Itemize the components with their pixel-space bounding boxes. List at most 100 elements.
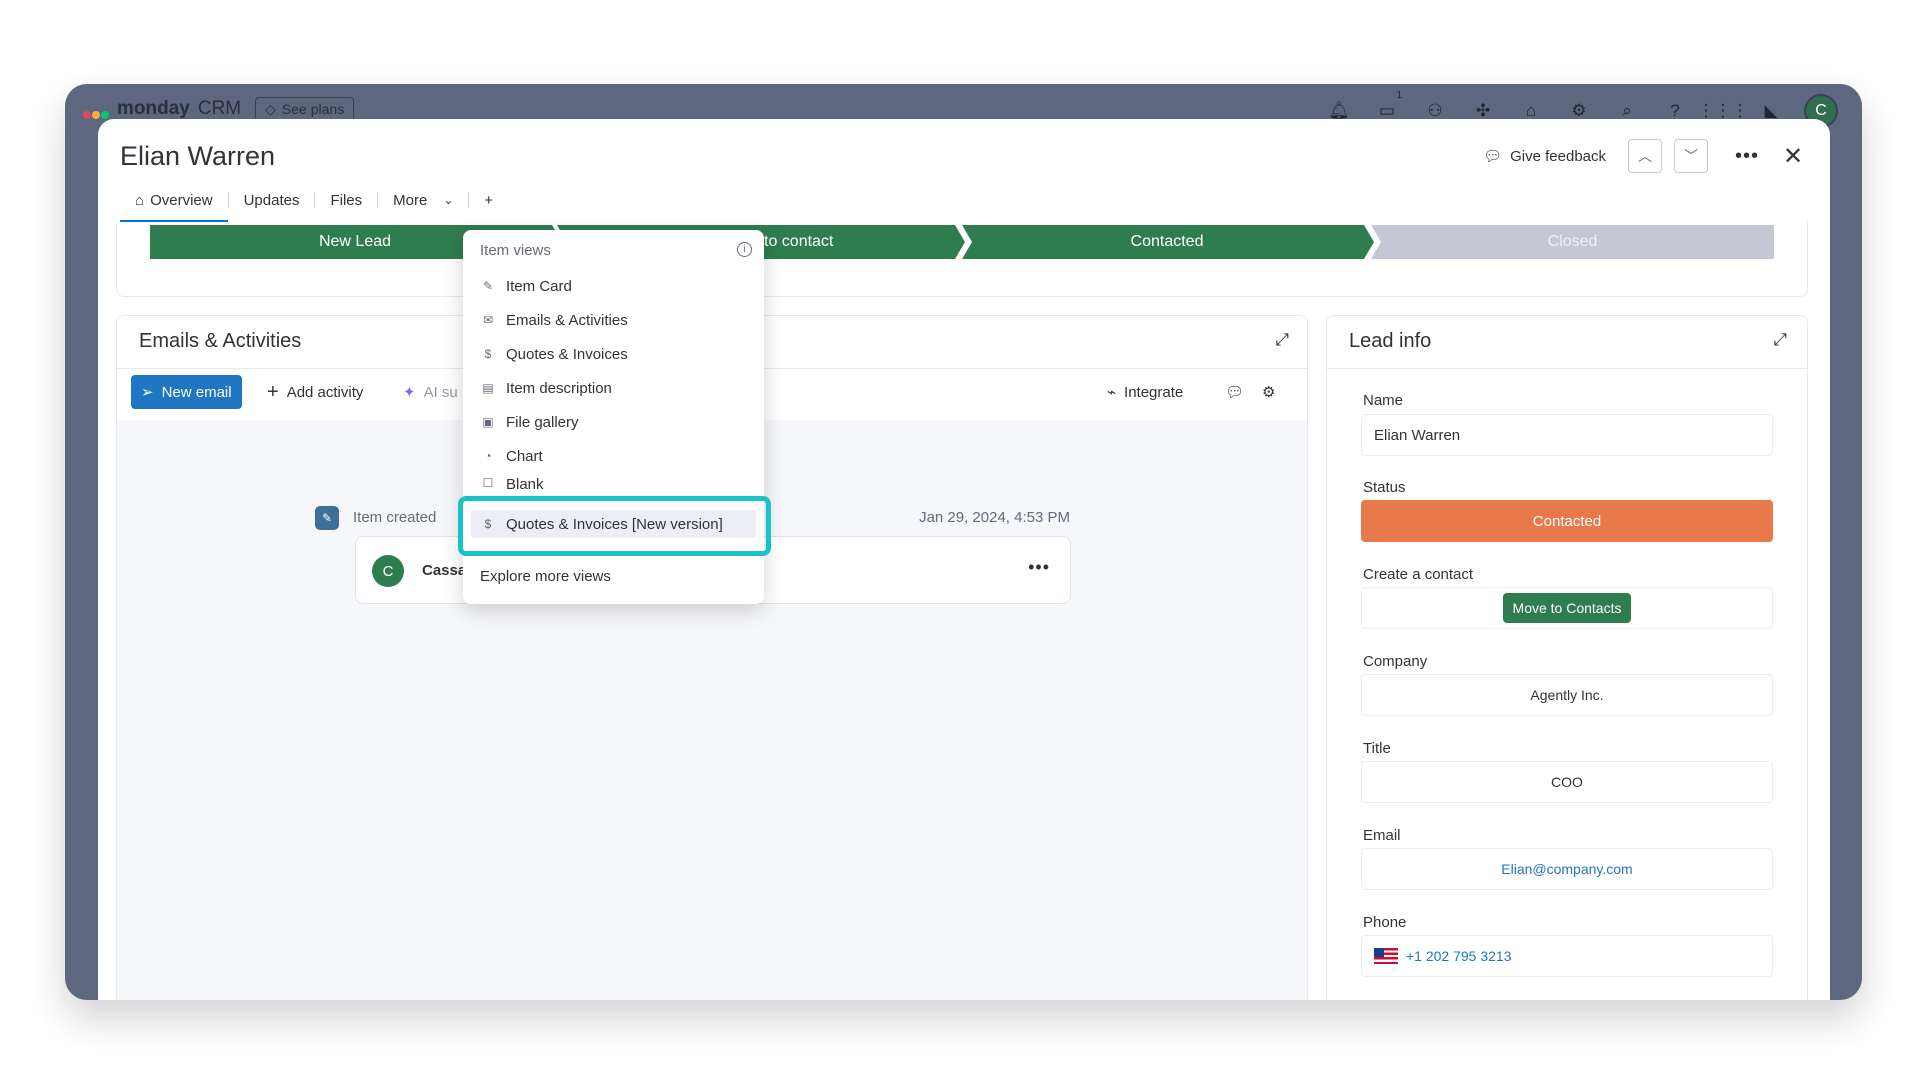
inbox-badge: 1 [1396, 90, 1402, 101]
expand-icon[interactable]: ⤢ [1773, 330, 1787, 350]
phone-field[interactable]: +1 202 795 3213 [1361, 935, 1773, 977]
company-label: Company [1363, 653, 1428, 670]
menu-item-label: Quotes & Invoices [506, 345, 628, 363]
gear-icon[interactable]: ⚙ [1262, 375, 1275, 409]
feed-date: Jan 29, 2024, 4:53 PM [919, 509, 1070, 526]
emails-activities-title: Emails & Activities [139, 330, 302, 352]
menu-item-blank[interactable]: ☐ Blank [480, 476, 544, 492]
document-icon: ▤ [482, 381, 494, 395]
lead-info-card: Lead info ⤢ Name Elian Warren Status Con… [1326, 315, 1808, 1000]
home-icon: ⌂ [135, 191, 145, 209]
chevron-down-icon: ﹀ [1684, 148, 1698, 164]
item-created-icon: ✎ [315, 506, 339, 530]
menu-item-emails-activities[interactable]: ✉ Emails & Activities [480, 306, 628, 334]
tab-overview-label: Overview [150, 191, 213, 209]
dropdown-header: Item views [480, 242, 551, 259]
info-icon[interactable]: i [737, 242, 752, 257]
create-contact-label: Create a contact [1363, 566, 1474, 583]
see-plans-button[interactable]: ◇ See plans [255, 96, 355, 122]
title-field[interactable]: COO [1361, 761, 1773, 803]
more-options-icon[interactable]: ••• [1730, 145, 1764, 168]
lead-info-title: Lead info [1349, 330, 1432, 352]
tab-more[interactable]: More ⌄ [378, 185, 468, 215]
monday-logo-icon [83, 99, 109, 119]
item-card-icon: ✎ [482, 279, 494, 293]
send-icon: ➢ [141, 384, 154, 401]
plus-icon: + [267, 380, 279, 403]
move-to-contacts-button[interactable]: Move to Contacts [1502, 593, 1632, 623]
chevron-up-icon: ︿ [1638, 148, 1652, 164]
tab-updates[interactable]: Updates [229, 185, 315, 215]
ai-button[interactable]: ✦ AI su [403, 375, 458, 409]
chat-icon: 💬︎ [1483, 148, 1503, 165]
add-activity-button[interactable]: + Add activity [267, 375, 363, 409]
chevron-down-icon: ⌄ [443, 193, 454, 207]
add-view-button[interactable]: + [469, 185, 508, 215]
add-activity-label: Add activity [286, 383, 364, 401]
brand-name: monday [117, 98, 190, 119]
give-feedback-button[interactable]: 💬︎ Give feedback [1483, 147, 1606, 166]
explore-more-views-link[interactable]: Explore more views [480, 568, 611, 585]
divider [1327, 368, 1807, 369]
plug-icon: ⌁ [1107, 384, 1117, 401]
previous-item-button[interactable]: ︿ [1628, 139, 1662, 173]
tab-more-label: More [393, 191, 428, 209]
chat-icon[interactable]: 💬︎ [1225, 375, 1244, 409]
ai-label: AI su [423, 383, 458, 401]
envelope-icon: ✉ [482, 313, 494, 327]
create-contact-field: Move to Contacts [1361, 587, 1773, 629]
stage-to-contact-label: to contact [764, 233, 834, 250]
phone-label: Phone [1363, 914, 1407, 931]
diamond-icon: ◇ [265, 100, 276, 117]
phone-link[interactable]: +1 202 795 3213 [1406, 948, 1512, 964]
see-plans-label: See plans [281, 101, 345, 117]
us-flag-icon [1374, 948, 1398, 964]
menu-item-item-card[interactable]: ✎ Item Card [480, 272, 572, 300]
avatar: C [372, 555, 404, 587]
email-field[interactable]: Elian@company.com [1361, 848, 1773, 890]
brand-product: CRM [197, 98, 242, 119]
status-field[interactable]: Contacted [1361, 500, 1773, 542]
email-link[interactable]: Elian@company.com [1501, 861, 1632, 877]
stage-contacted-label: Contacted [1130, 233, 1204, 250]
chart-icon: ◔ [484, 449, 492, 463]
menu-item-quotes-invoices[interactable]: $ Quotes & Invoices [480, 340, 628, 368]
sparkle-icon: ✦ [403, 384, 416, 401]
tab-files[interactable]: Files [315, 185, 377, 215]
stage-closed-label: Closed [1547, 233, 1598, 250]
menu-item-file-gallery[interactable]: ▣ File gallery [480, 408, 579, 436]
square-icon: ☐ [482, 476, 494, 490]
app-window: monday CRM ◇ See plans 🔔︎ ▭ 1 ⚇ ✣ ⌂ ⚙ ⌕ ?… [65, 84, 1862, 1000]
name-field[interactable]: Elian Warren [1361, 414, 1773, 456]
email-label: Email [1363, 827, 1401, 844]
header-actions: 💬︎ Give feedback ︿ ﹀ ••• ✕ [1483, 139, 1810, 173]
menu-item-label: Chart [506, 447, 543, 465]
integrate-button[interactable]: ⌁ Integrate [1107, 375, 1183, 409]
item-tabs: ⌂ Overview Updates Files More ⌄ + [120, 185, 508, 222]
menu-item-label: Emails & Activities [506, 311, 628, 329]
status-label: Status [1363, 479, 1406, 496]
new-email-button[interactable]: ➢ New email [131, 375, 242, 409]
name-label: Name [1363, 392, 1404, 409]
menu-item-chart[interactable]: ◔ Chart [480, 442, 543, 470]
company-field[interactable]: Agently Inc. [1361, 674, 1773, 716]
brand[interactable]: monday CRM [83, 98, 241, 120]
menu-item-label: File gallery [506, 413, 579, 431]
dollar-icon: $ [484, 347, 492, 361]
feed-label: Item created [353, 509, 437, 526]
page-title: Elian Warren [120, 141, 276, 171]
new-email-label: New email [161, 383, 232, 401]
menu-item-item-description[interactable]: ▤ Item description [480, 374, 612, 402]
menu-item-label: Blank [506, 476, 544, 492]
image-icon: ▣ [482, 415, 494, 429]
highlight-ring [458, 496, 771, 556]
title-label: Title [1363, 740, 1391, 757]
menu-item-label: Item description [506, 379, 612, 397]
tab-overview[interactable]: ⌂ Overview [120, 185, 228, 222]
expand-icon[interactable]: ⤢ [1275, 330, 1289, 350]
next-item-button[interactable]: ﹀ [1674, 139, 1708, 173]
close-icon[interactable]: ✕ [1776, 142, 1810, 171]
integrate-label: Integrate [1124, 383, 1184, 401]
menu-item-label: Item Card [506, 277, 572, 295]
more-options-icon[interactable]: ••• [1028, 557, 1050, 578]
